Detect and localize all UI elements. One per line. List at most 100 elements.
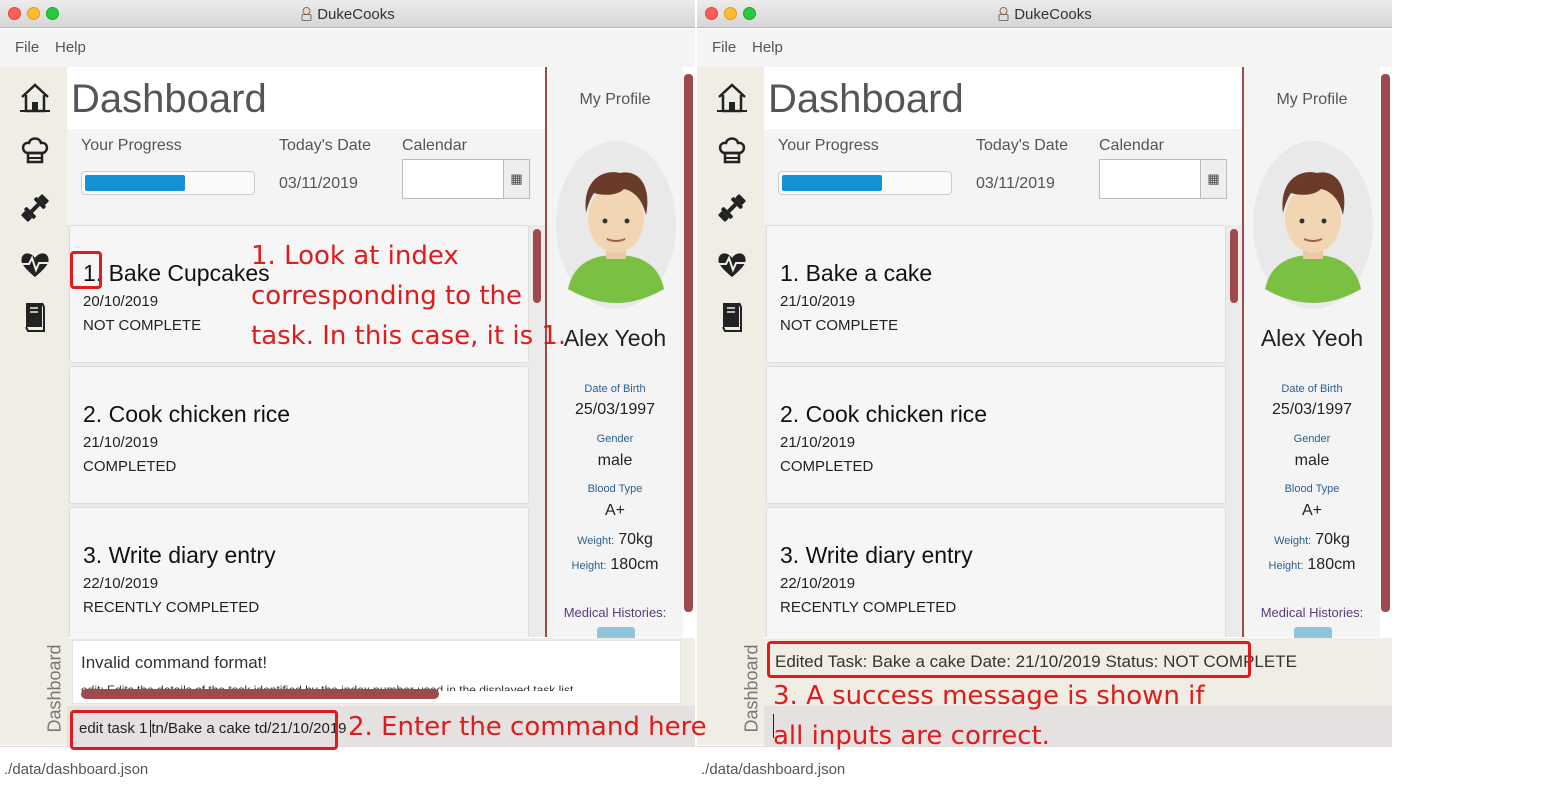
task-list-scrollbar[interactable] (1230, 229, 1238, 303)
app-logo-icon (998, 7, 1009, 21)
gender-value: male (1294, 452, 1330, 469)
menu-bar: File Help (697, 29, 1392, 67)
task-list: 1. Bake a cake 21/10/2019 NOT COMPLETE 2… (764, 225, 1242, 637)
profile-scrollbar[interactable] (684, 74, 693, 612)
blood-label: Blood Type (587, 483, 643, 495)
command-highlight (70, 710, 338, 750)
chef-hat-icon[interactable] (715, 133, 749, 167)
progress-bar-fill (782, 175, 882, 191)
profile-name: Alex Yeoh (563, 325, 667, 351)
heartbeat-icon[interactable] (715, 247, 749, 281)
window-title: DukeCooks (697, 6, 1392, 23)
result-display: Invalid command format! edit: Edits the … (67, 638, 695, 706)
task-card[interactable]: 2. Cook chicken rice 21/10/2019 COMPLETE… (766, 366, 1226, 504)
title-bar: DukeCooks (0, 0, 695, 28)
annotation-step3: 3. A success message is shown if all inp… (773, 681, 1205, 751)
task-name: 3. Write diary entry (83, 542, 276, 568)
task-card[interactable]: 3. Write diary entry 22/10/2019 RECENTLY… (766, 507, 1226, 637)
index-highlight (70, 251, 102, 289)
blank-margin (1392, 0, 1550, 785)
date-value: 03/11/2019 (976, 175, 1055, 192)
diary-book-icon[interactable] (18, 299, 52, 333)
task-status: RECENTLY COMPLETED (83, 599, 260, 616)
calendar-input[interactable]: ▦ (1099, 159, 1227, 199)
dumbbell-icon[interactable] (715, 191, 749, 225)
weight-row: Weight: 70kg (577, 531, 653, 548)
progress-bar (778, 171, 952, 195)
calendar-label: Calendar (402, 137, 467, 154)
progress-bar (81, 171, 255, 195)
result-highlight (767, 641, 1251, 678)
title-bar: DukeCooks (697, 0, 1392, 28)
menu-file[interactable]: File (712, 39, 736, 56)
height-row: Height: 180cm (1268, 556, 1356, 573)
blood-value: A+ (1301, 502, 1322, 519)
page-title: Dashboard (768, 77, 964, 121)
progress-bar-fill (85, 175, 185, 191)
menu-file[interactable]: File (15, 39, 39, 56)
chef-hat-icon[interactable] (18, 133, 52, 167)
storage-path: ./data/dashboard.json (4, 761, 149, 778)
profile-title: My Profile (1276, 91, 1348, 108)
medical-histories-label: Medical Histories: (563, 605, 667, 620)
result-scrollbar[interactable] (81, 689, 439, 699)
dashboard-main: Dashboard Your Progress Today's Date 03/… (764, 67, 1242, 637)
task-card[interactable]: 2. Cook chicken rice 21/10/2019 COMPLETE… (69, 366, 529, 504)
task-card[interactable]: 1. Bake a cake 21/10/2019 NOT COMPLETE (766, 225, 1226, 363)
date-label: Today's Date (279, 137, 371, 154)
profile-title: My Profile (579, 91, 651, 108)
task-card[interactable]: 3. Write diary entry 22/10/2019 RECENTLY… (69, 507, 529, 637)
task-date: 21/10/2019 (780, 434, 856, 451)
menu-help[interactable]: Help (752, 39, 783, 56)
tab-label-vertical: Dashboard (44, 644, 65, 733)
menu-bar: File Help (0, 29, 695, 67)
task-name: 2. Cook chicken rice (83, 401, 291, 427)
date-value: 03/11/2019 (279, 175, 358, 192)
dob-value: 25/03/1997 (574, 401, 656, 418)
profile-panel: My Profile Alex Yeoh Date of Birth 25/03… (1242, 67, 1380, 641)
blood-value: A+ (604, 502, 625, 519)
task-date: 22/10/2019 (780, 575, 856, 592)
dob-label: Date of Birth (1281, 383, 1343, 395)
result-message: Invalid command format! (81, 653, 268, 672)
task-date: 22/10/2019 (83, 575, 159, 592)
task-status: COMPLETED (780, 458, 874, 475)
menu-help[interactable]: Help (55, 39, 86, 56)
task-status: NOT COMPLETE (780, 317, 899, 334)
annotation-step2: 2. Enter the command here (348, 712, 707, 742)
result-box: Invalid command format! edit: Edits the … (72, 640, 681, 704)
gender-label: Gender (1293, 433, 1331, 445)
weight-row: Weight: 70kg (1274, 531, 1350, 548)
window-title: DukeCooks (0, 6, 695, 23)
heartbeat-icon[interactable] (18, 247, 52, 281)
task-name: 1. Bake Cupcakes (83, 260, 270, 286)
status-bar: ./data/dashboard.json (0, 746, 695, 785)
dumbbell-icon[interactable] (18, 191, 52, 225)
medical-histories-label: Medical Histories: (1260, 605, 1364, 620)
calendar-input[interactable]: ▦ (402, 159, 530, 199)
profile-scrollbar[interactable] (1381, 74, 1390, 612)
task-date: 21/10/2019 (780, 293, 856, 310)
tab-label-vertical: Dashboard (741, 644, 762, 733)
avatar (1253, 141, 1373, 309)
progress-label: Your Progress (81, 137, 182, 154)
task-name: 3. Write diary entry (780, 542, 973, 568)
calendar-label: Calendar (1099, 137, 1164, 154)
dob-label: Date of Birth (584, 383, 646, 395)
gender-label: Gender (596, 433, 634, 445)
height-row: Height: 180cm (571, 556, 659, 573)
gender-value: male (597, 452, 633, 469)
calendar-icon[interactable]: ▦ (503, 160, 529, 198)
dob-value: 25/03/1997 (1271, 401, 1353, 418)
home-icon[interactable] (18, 81, 52, 115)
avatar (556, 141, 676, 309)
task-date: 21/10/2019 (83, 434, 159, 451)
calendar-icon[interactable]: ▦ (1200, 160, 1226, 198)
annotation-step1: 1. Look at index corresponding to the ta… (251, 241, 567, 351)
page-title: Dashboard (71, 77, 267, 121)
profile-name: Alex Yeoh (1260, 325, 1364, 351)
task-status: NOT COMPLETE (83, 317, 202, 334)
home-icon[interactable] (715, 81, 749, 115)
task-status: COMPLETED (83, 458, 177, 475)
diary-book-icon[interactable] (715, 299, 749, 333)
